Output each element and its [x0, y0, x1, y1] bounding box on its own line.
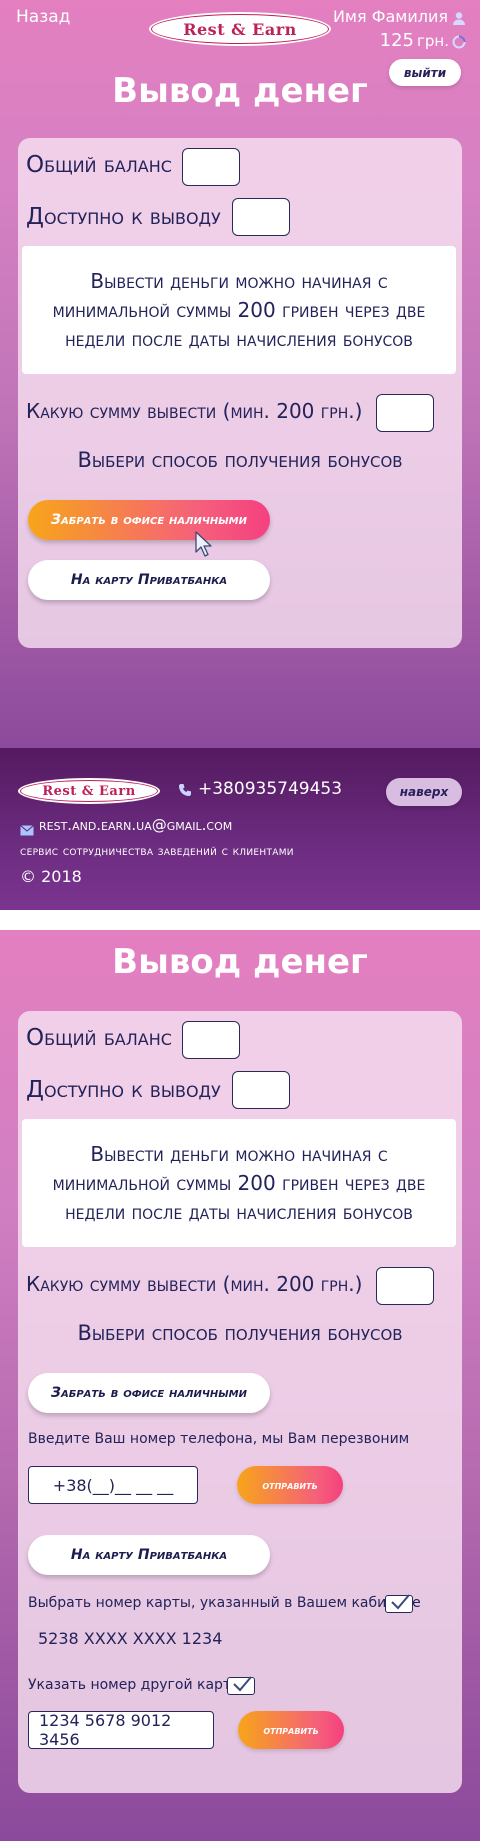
page-title: Вывод денег [112, 942, 368, 982]
cursor-icon [194, 530, 214, 558]
cash-office-button[interactable]: Забрать в офисе наличными [28, 500, 270, 540]
withdraw-screen-initial: Назад Rest & Earn Имя Фамилия 125 грн. в… [0, 0, 480, 748]
other-card-checkbox[interactable] [227, 1676, 255, 1695]
balance-currency: грн. [417, 31, 449, 50]
footer-logo[interactable]: Rest & Earn [18, 778, 160, 804]
phone-prompt: Введите Ваш номер телефона, мы Вам перез… [28, 1431, 410, 1447]
mail-icon [20, 821, 34, 836]
withdraw-card: Общий баланс Доступно к выводу Вывести д… [18, 1011, 462, 1793]
available-value [232, 1071, 290, 1109]
amount-label: Какую сумму вывести (мин. 200 грн.) [26, 1272, 363, 1296]
user-icon [452, 10, 466, 25]
total-balance-label: Общий баланс [26, 152, 172, 178]
page-title: Вывод денег [112, 71, 368, 111]
choose-method-title: Выбери способ получения бонусов [77, 448, 403, 472]
separator [0, 910, 480, 930]
privatbank-card-button[interactable]: На карту Приватбанка [28, 560, 270, 600]
other-card-input[interactable]: 1234 5678 9012 3456 [28, 1711, 214, 1749]
other-card-label: Указать номер другой карты [28, 1677, 243, 1693]
footer-email[interactable]: rest.and.earn.ua@gmail.com [39, 816, 232, 834]
balance-info: 125 грн. [380, 30, 466, 51]
choose-method-title: Выбери способ получения бонусов [77, 1321, 403, 1345]
send-card-button[interactable]: отправить [238, 1711, 344, 1749]
user-name: Имя Фамилия [332, 7, 448, 26]
privatbank-card-button[interactable]: На карту Приватбанка [28, 1535, 270, 1575]
user-info[interactable]: Имя Фамилия [333, 7, 466, 26]
amount-label: Какую сумму вывести (мин. 200 грн.) [26, 399, 363, 423]
withdraw-card: Общий баланс Доступно к выводу Вывести д… [18, 138, 462, 648]
saved-card-number: 5238 XXXX XXXX 1234 [38, 1629, 223, 1648]
cash-office-button[interactable]: Забрать в офисе наличными [28, 1373, 270, 1413]
copyright: © 2018 [20, 867, 82, 886]
footer-tagline: сервис сотрудничества заведений с клиент… [20, 844, 294, 859]
amount-input[interactable] [376, 1267, 434, 1305]
coin-icon [452, 34, 466, 48]
total-balance-label: Общий баланс [26, 1025, 172, 1051]
available-label: Доступно к выводу [26, 204, 221, 230]
withdraw-info-text: Вывести деньги можно начиная с минимальн… [22, 1119, 456, 1247]
checkmark-icon [233, 1676, 252, 1692]
available-value [232, 198, 290, 236]
phone-input[interactable]: +38(__)__ __ __ [28, 1466, 198, 1504]
checkmark-icon [391, 1594, 410, 1610]
total-balance-value [182, 148, 240, 186]
available-label: Доступно к выводу [26, 1077, 221, 1103]
phone-icon [178, 782, 192, 796]
footer-phone[interactable]: +380935749453 [198, 779, 342, 799]
saved-card-checkbox[interactable] [385, 1594, 413, 1613]
total-balance-value [182, 1021, 240, 1059]
send-phone-button[interactable]: отправить [237, 1466, 343, 1504]
balance-value: 125 [379, 30, 415, 51]
scroll-up-button[interactable]: наверх [386, 778, 462, 806]
withdraw-screen-expanded: Вывод денег Общий баланс Доступно к выво… [0, 930, 480, 1841]
amount-input[interactable] [376, 394, 434, 432]
back-link[interactable]: Назад [16, 7, 70, 27]
footer: Rest & Earn +380935749453 наверх rest.an… [0, 748, 480, 910]
saved-card-label: Выбрать номер карты, указанный в Вашем к… [28, 1595, 421, 1611]
logo[interactable]: Rest & Earn [149, 12, 331, 46]
withdraw-info-text: Вывести деньги можно начиная с минимальн… [22, 246, 456, 374]
